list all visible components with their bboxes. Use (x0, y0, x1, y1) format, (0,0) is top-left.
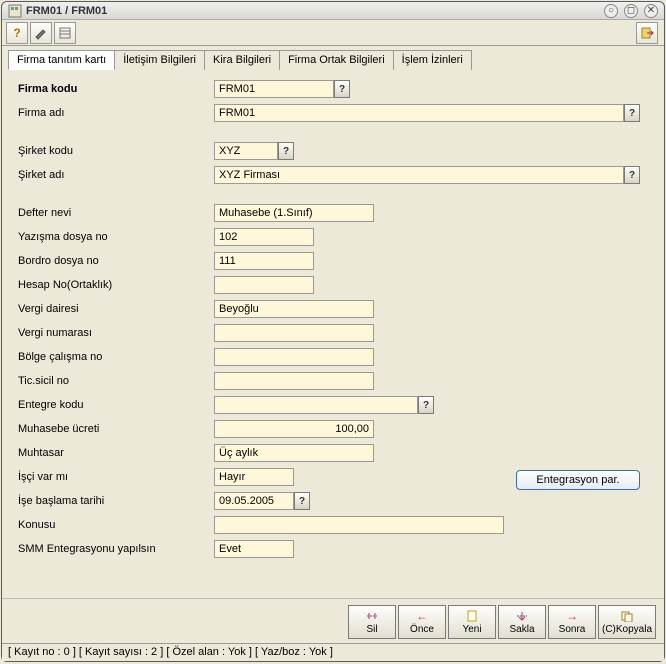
label-muhasebe-ucreti: Muhasebe ücreti (14, 423, 214, 435)
edit-toolbar-button[interactable] (30, 22, 52, 44)
input-konusu[interactable] (214, 516, 504, 534)
once-button[interactable]: ← Önce (398, 605, 446, 639)
form-content: Firma kodu FRM01 ? Firma adı FRM01 ? Şir… (2, 70, 664, 598)
lookup-firma-kodu[interactable]: ? (334, 80, 350, 98)
prev-icon: ← (416, 609, 428, 623)
lookup-ise-baslama-tarihi[interactable]: ? (294, 492, 310, 510)
sakla-button[interactable]: Sakla (498, 605, 546, 639)
tab-ortak[interactable]: Firma Ortak Bilgileri (279, 50, 394, 70)
label-bordro-dosya-no: Bordro dosya no (14, 255, 214, 267)
window-title: FRM01 / FRM01 (26, 5, 107, 17)
input-muhasebe-ucreti[interactable]: 100,00 (214, 420, 374, 438)
input-smm-entegrasyonu[interactable]: Evet (214, 540, 294, 558)
label-yazisma-dosya-no: Yazışma dosya no (14, 231, 214, 243)
titlebar: FRM01 / FRM01 ○ ◻ ✕ (2, 2, 664, 20)
copy-icon (620, 609, 634, 623)
next-icon: → (566, 609, 578, 623)
label-muhtasar: Muhtasar (14, 447, 214, 459)
maximize-button[interactable]: ◻ (624, 4, 638, 18)
new-icon (467, 609, 477, 623)
exit-toolbar-button[interactable] (636, 22, 658, 44)
tab-kira[interactable]: Kira Bilgileri (204, 50, 280, 70)
label-isci-var-mi: İşçi var mı (14, 471, 214, 483)
label-vergi-dairesi: Vergi dairesi (14, 303, 214, 315)
save-icon (515, 609, 529, 623)
label-firma-adi: Firma adı (14, 107, 214, 119)
input-firma-adi[interactable]: FRM01 (214, 104, 624, 122)
input-yazisma-dosya-no[interactable]: 102 (214, 228, 314, 246)
label-entegre-kodu: Entegre kodu (14, 399, 214, 411)
entegrasyon-button[interactable]: Entegrasyon par. (516, 470, 640, 490)
status-bar: [ Kayıt no : 0 ] [ Kayıt sayısı : 2 ] [ … (2, 643, 664, 661)
input-sirket-kodu[interactable]: XYZ (214, 142, 278, 160)
tabs: Firma tanıtım kartı İletişim Bilgileri K… (2, 46, 664, 70)
label-sirket-kodu: Şirket kodu (14, 145, 214, 157)
lookup-entegre-kodu[interactable]: ? (418, 396, 434, 414)
input-tic-sicil-no[interactable] (214, 372, 374, 390)
lookup-sirket-adi[interactable]: ? (624, 166, 640, 184)
list-toolbar-button[interactable] (54, 22, 76, 44)
label-sirket-adi: Şirket adı (14, 169, 214, 181)
toolbar: ? (2, 20, 664, 46)
label-hesap-no: Hesap No(Ortaklık) (14, 279, 214, 291)
sakla-label: Sakla (509, 624, 534, 635)
lookup-sirket-kodu[interactable]: ? (278, 142, 294, 160)
sonra-label: Sonra (559, 624, 586, 635)
tab-firma-tanitim[interactable]: Firma tanıtım kartı (8, 50, 115, 70)
label-vergi-numarasi: Vergi numarası (14, 327, 214, 339)
label-defter-nevi: Defter nevi (14, 207, 214, 219)
input-vergi-numarasi[interactable] (214, 324, 374, 342)
input-defter-nevi[interactable]: Muhasebe (1.Sınıf) (214, 204, 374, 222)
once-label: Önce (410, 624, 434, 635)
label-bolge-calisma-no: Bölge çalışma no (14, 351, 214, 363)
delete-icon (365, 609, 379, 623)
sil-button[interactable]: Sil (348, 605, 396, 639)
bottom-toolbar: Sil ← Önce Yeni Sakla → Sonra (C)Kopyala (2, 598, 664, 643)
input-hesap-no[interactable] (214, 276, 314, 294)
tab-iletisim[interactable]: İletişim Bilgileri (114, 50, 205, 70)
kopyala-label: (C)Kopyala (602, 624, 652, 635)
help-toolbar-button[interactable]: ? (6, 22, 28, 44)
sil-label: Sil (366, 624, 377, 635)
yeni-button[interactable]: Yeni (448, 605, 496, 639)
input-sirket-adi[interactable]: XYZ Firması (214, 166, 624, 184)
input-firma-kodu[interactable]: FRM01 (214, 80, 334, 98)
label-firma-kodu: Firma kodu (14, 83, 214, 95)
input-ise-baslama-tarihi[interactable]: 09.05.2005 (214, 492, 294, 510)
kopyala-button[interactable]: (C)Kopyala (598, 605, 656, 639)
input-muhtasar[interactable]: Üç aylık (214, 444, 374, 462)
app-icon (8, 4, 22, 18)
input-entegre-kodu[interactable] (214, 396, 418, 414)
label-smm-entegrasyonu: SMM Entegrasyonu yapılsın (14, 543, 214, 555)
lookup-firma-adi[interactable]: ? (624, 104, 640, 122)
entegrasyon-button-label: Entegrasyon par. (536, 474, 619, 486)
yeni-label: Yeni (462, 624, 481, 635)
label-konusu: Konusu (14, 519, 214, 531)
window-controls: ○ ◻ ✕ (604, 4, 658, 18)
sonra-button[interactable]: → Sonra (548, 605, 596, 639)
input-bolge-calisma-no[interactable] (214, 348, 374, 366)
input-isci-var-mi[interactable]: Hayır (214, 468, 294, 486)
tab-islem-izinleri[interactable]: İşlem İzinleri (393, 50, 472, 70)
minimize-button[interactable]: ○ (604, 4, 618, 18)
input-vergi-dairesi[interactable]: Beyoğlu (214, 300, 374, 318)
input-bordro-dosya-no[interactable]: 111 (214, 252, 314, 270)
label-tic-sicil-no: Tic.sicil no (14, 375, 214, 387)
window-frame: FRM01 / FRM01 ○ ◻ ✕ ? Firma tanıtım kart… (1, 1, 665, 662)
close-button[interactable]: ✕ (644, 4, 658, 18)
label-ise-baslama-tarihi: İşe başlama tarihi (14, 495, 214, 507)
